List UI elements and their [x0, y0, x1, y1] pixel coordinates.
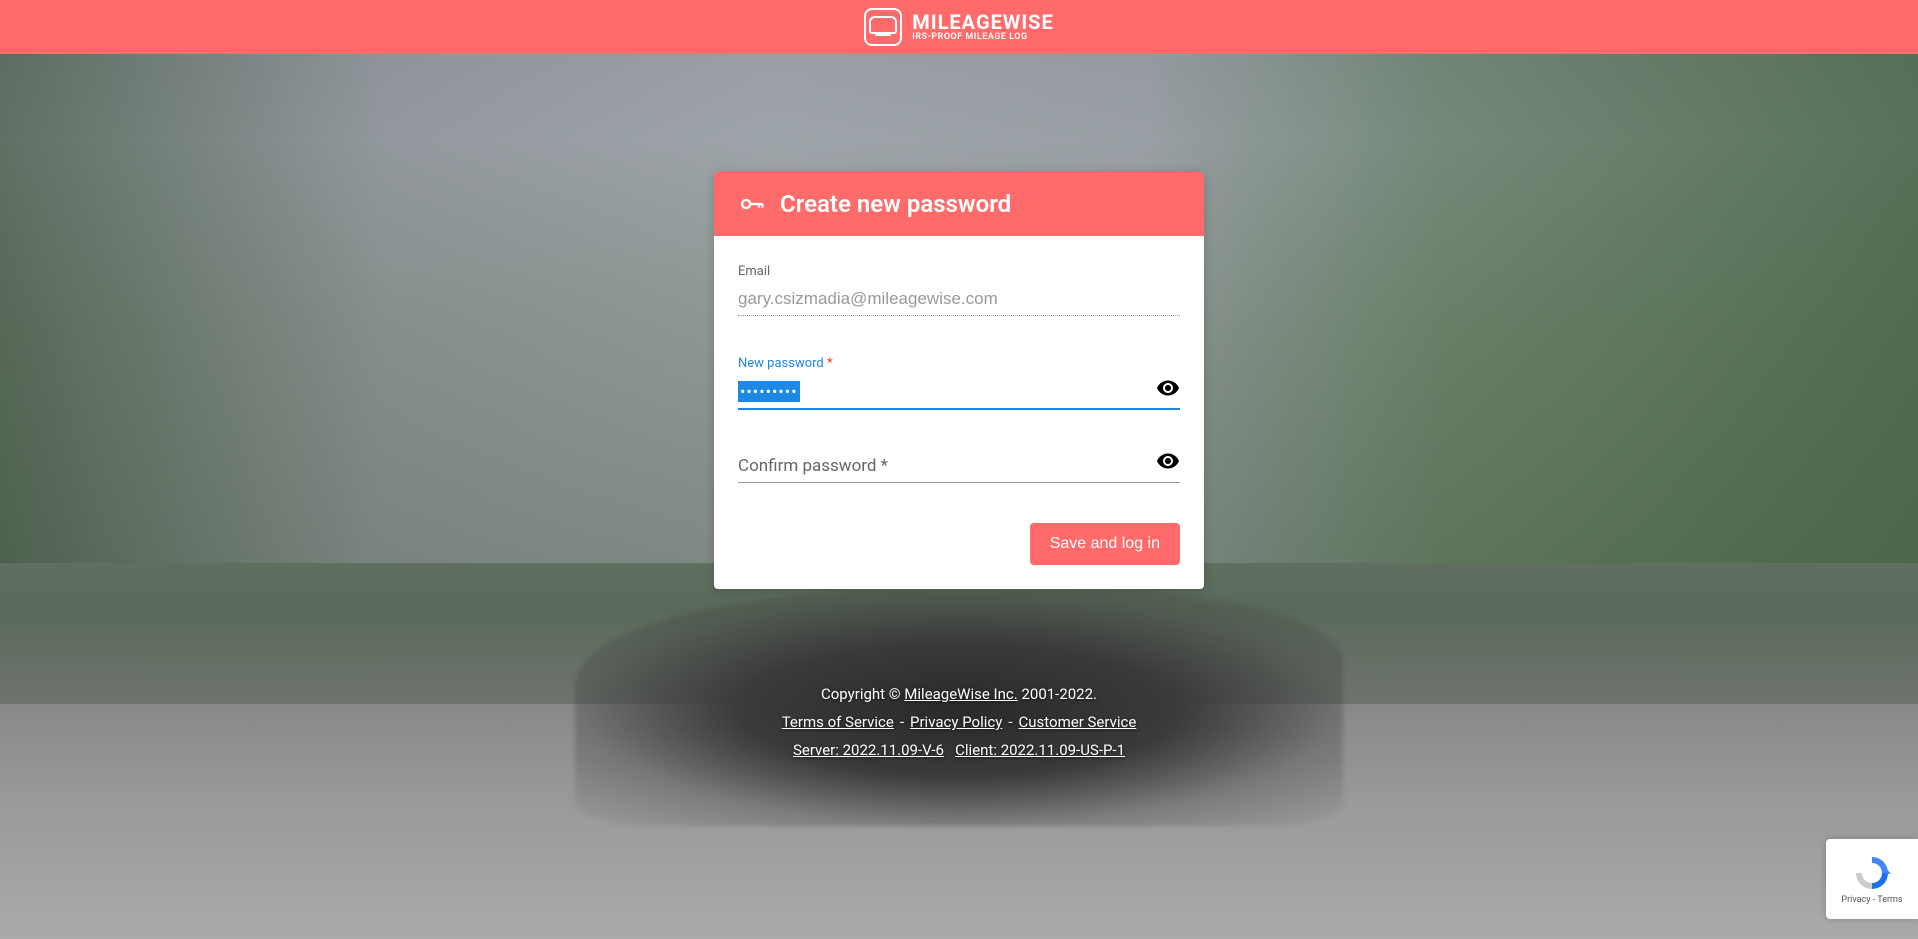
recaptcha-privacy[interactable]: Privacy [1841, 895, 1870, 905]
confirm-password-placeholder: Confirm password * [738, 456, 888, 476]
new-password-field[interactable]: ••••••••• [738, 375, 1180, 410]
terms-link[interactable]: Terms of Service [782, 713, 894, 731]
copyright-years: 2001-2022. [1018, 685, 1097, 703]
toggle-confirm-visibility-icon[interactable] [1156, 449, 1180, 477]
copyright-prefix: Copyright © [821, 685, 904, 703]
brand-tagline: IRS-PROOF MILEAGE LOG [912, 32, 1054, 43]
recaptcha-badge[interactable]: Privacy - Terms [1826, 839, 1918, 919]
company-link[interactable]: MileageWise Inc. [904, 685, 1017, 703]
confirm-password-field[interactable]: Confirm password * [738, 450, 1180, 483]
email-label: Email [738, 264, 1180, 279]
top-header: MILEAGEWISE IRS-PROOF MILEAGE LOG [0, 0, 1918, 54]
new-password-label: New password * [738, 356, 1180, 371]
customer-service-link[interactable]: Customer Service [1019, 713, 1137, 731]
server-version[interactable]: Server: 2022.11.09-V-6 [793, 741, 944, 759]
brand-name: MILEAGEWISE [912, 12, 1054, 32]
page-footer: Copyright © MileageWise Inc. 2001-2022. … [0, 685, 1918, 769]
privacy-link[interactable]: Privacy Policy [910, 713, 1002, 731]
card-title: Create new password [780, 190, 1011, 218]
brand-logo[interactable]: MILEAGEWISE IRS-PROOF MILEAGE LOG [864, 8, 1054, 46]
password-card: Create new password Email New password *… [714, 172, 1204, 589]
toggle-password-visibility-icon[interactable] [1156, 376, 1180, 404]
card-header: Create new password [714, 172, 1204, 236]
save-login-button[interactable]: Save and log in [1030, 523, 1180, 565]
key-icon [738, 190, 766, 218]
client-version[interactable]: Client: 2022.11.09-US-P-1 [955, 741, 1125, 759]
recaptcha-icon [1852, 853, 1892, 893]
email-field[interactable] [738, 283, 1180, 316]
car-logo-icon [864, 8, 902, 46]
recaptcha-terms[interactable]: Terms [1877, 895, 1902, 905]
